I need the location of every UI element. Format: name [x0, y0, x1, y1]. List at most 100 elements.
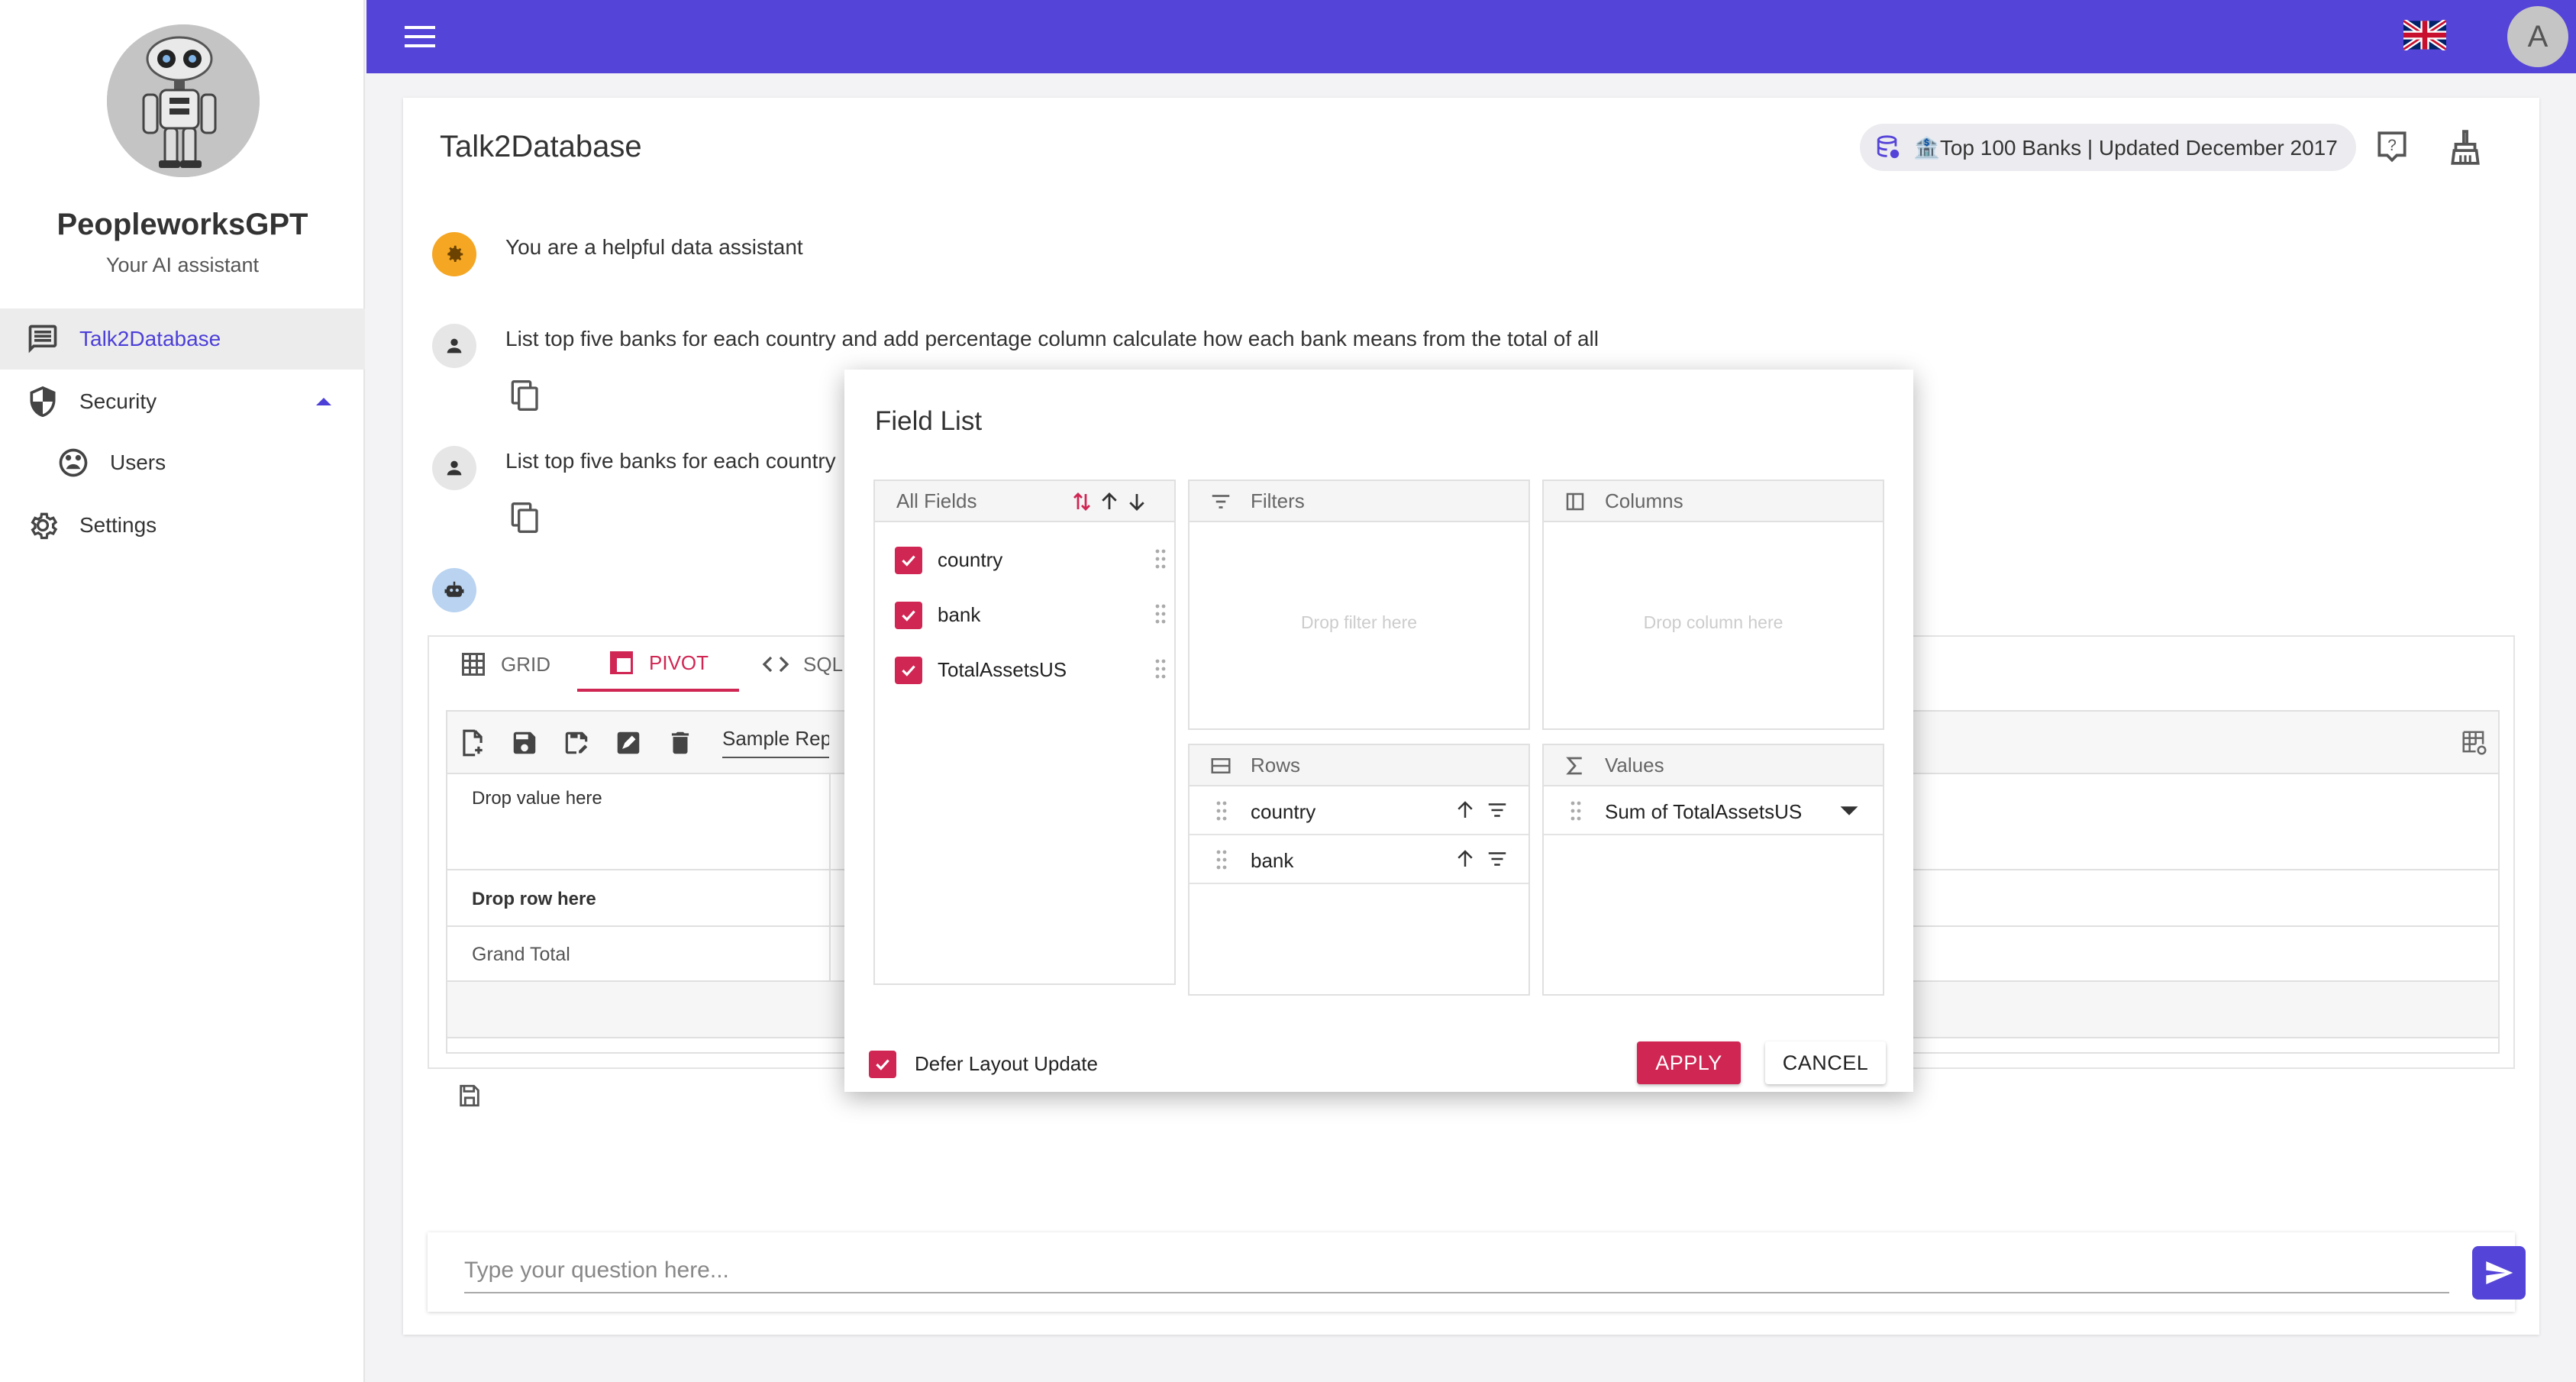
- tab-grid[interactable]: GRID: [460, 637, 550, 692]
- person-icon: [447, 338, 462, 354]
- app-name: PeopleworksGPT: [56, 208, 308, 241]
- value-pill-sum-totalassetsus[interactable]: Sum of TotalAssetsUS: [1544, 786, 1883, 835]
- sidebar-item-label: Talk2Database: [79, 327, 221, 350]
- sidebar-item-label: Security: [79, 389, 157, 413]
- filter-icon[interactable]: [1486, 848, 1509, 870]
- sort-default-icon[interactable]: [1070, 490, 1093, 513]
- sort-ascending-icon[interactable]: [1454, 848, 1477, 870]
- database-chip[interactable]: 🏦Top 100 Banks | Updated December 2017: [1860, 124, 2356, 171]
- filter-icon[interactable]: [1486, 799, 1509, 822]
- all-fields-panel: All Fields country bank TotalAssetsUS: [873, 480, 1176, 985]
- drop-row-label: Drop row here: [472, 889, 596, 909]
- sort-ascending-icon[interactable]: [1098, 490, 1121, 513]
- field-list-dialog: Field List All Fields country bank Total…: [844, 370, 1913, 1092]
- drag-handle-icon[interactable]: [1215, 849, 1228, 870]
- sort-ascending-icon[interactable]: [1454, 799, 1477, 822]
- columns-panel[interactable]: Columns Drop column here: [1542, 480, 1884, 730]
- tab-label: PIVOT: [649, 651, 709, 674]
- columns-label: Columns: [1605, 489, 1683, 512]
- field-label: TotalAssetsUS: [938, 658, 1067, 681]
- robot-avatar: [107, 24, 260, 177]
- sigma-icon: [1566, 757, 1582, 775]
- columns-header: Columns: [1544, 481, 1883, 522]
- send-icon: [2486, 1261, 2513, 1284]
- user-avatar[interactable]: A: [2507, 6, 2568, 67]
- tab-label: GRID: [501, 652, 550, 676]
- copy-icon[interactable]: [510, 379, 541, 412]
- check-icon: [902, 610, 915, 622]
- drag-handle-icon[interactable]: [1154, 603, 1167, 625]
- user-message-text: List top five banks for each country: [505, 449, 836, 473]
- columns-icon: [1566, 492, 1584, 511]
- row-pill-bank[interactable]: bank: [1190, 835, 1528, 884]
- database-icon: [1877, 135, 1900, 159]
- sidebar-item-settings[interactable]: Settings: [0, 495, 365, 556]
- drag-handle-icon[interactable]: [1215, 800, 1228, 822]
- rows-header: Rows: [1190, 745, 1528, 786]
- check-icon: [902, 665, 915, 676]
- rows-icon: [1211, 758, 1231, 773]
- pivot-icon: [610, 651, 633, 674]
- drag-handle-icon[interactable]: [1154, 548, 1167, 570]
- pivot-column-divider: [829, 774, 831, 982]
- system-message-text: You are a helpful data assistant: [505, 235, 803, 259]
- rows-panel[interactable]: Rows country bank: [1188, 744, 1530, 996]
- bot-message-icon: [432, 568, 476, 612]
- field-item-totalassetsus[interactable]: TotalAssetsUS: [875, 641, 1174, 696]
- grand-total-label: Grand Total: [472, 944, 570, 965]
- drop-value-label: Drop value here: [472, 788, 602, 809]
- tab-pivot[interactable]: PIVOT: [577, 637, 740, 692]
- filters-panel[interactable]: Filters Drop filter here: [1188, 480, 1530, 730]
- sort-descending-icon[interactable]: [1125, 490, 1148, 513]
- row-pill-label: country: [1251, 800, 1316, 823]
- broom-icon[interactable]: [2446, 128, 2484, 166]
- field-item-country[interactable]: country: [875, 531, 1174, 586]
- uk-flag-icon[interactable]: [2403, 20, 2446, 50]
- drag-handle-icon[interactable]: [1154, 658, 1167, 680]
- drag-handle-icon[interactable]: [1570, 800, 1582, 822]
- defer-checkbox[interactable]: [869, 1051, 896, 1078]
- check-icon: [902, 555, 915, 567]
- all-fields-header: All Fields: [875, 481, 1174, 522]
- tab-sql[interactable]: SQL: [762, 637, 843, 692]
- sidebar-item-label: Users: [110, 450, 166, 474]
- rename-icon[interactable]: [614, 728, 643, 757]
- help-icon[interactable]: ?: [2373, 128, 2411, 166]
- menu-icon[interactable]: [405, 21, 438, 52]
- sidebar-item-talk2database[interactable]: Talk2Database: [0, 308, 365, 370]
- sidebar-item-security[interactable]: Security: [0, 371, 365, 432]
- users-icon: [59, 448, 88, 477]
- filter-icon: [1212, 495, 1230, 509]
- user-message-icon: [432, 324, 476, 368]
- send-button[interactable]: [2472, 1246, 2526, 1300]
- new-report-icon[interactable]: [458, 728, 487, 757]
- page-title: Talk2Database: [440, 130, 642, 163]
- svg-text:?: ?: [2387, 137, 2397, 154]
- values-header: Values: [1544, 745, 1883, 786]
- copy-icon[interactable]: [510, 501, 541, 534]
- caret-down-icon[interactable]: [1838, 805, 1860, 817]
- delete-icon[interactable]: [666, 728, 695, 757]
- apply-button[interactable]: APPLY: [1637, 1041, 1741, 1084]
- grid-settings-icon[interactable]: [2460, 728, 2489, 757]
- sidebar-item-label: Settings: [79, 513, 157, 537]
- field-label: bank: [938, 603, 981, 626]
- all-fields-label: All Fields: [896, 489, 977, 512]
- save-icon[interactable]: [510, 728, 539, 757]
- field-checkbox[interactable]: [895, 547, 922, 574]
- field-checkbox[interactable]: [895, 602, 922, 629]
- app-tagline: Your AI assistant: [105, 253, 260, 276]
- grid-icon: [462, 653, 485, 676]
- sidebar-item-users[interactable]: Users: [0, 432, 365, 493]
- report-select[interactable]: Sample Report: [722, 727, 829, 758]
- system-message-icon: [432, 232, 476, 276]
- values-panel[interactable]: Values Sum of TotalAssetsUS: [1542, 744, 1884, 996]
- gear-icon: [447, 245, 463, 262]
- field-item-bank[interactable]: bank: [875, 586, 1174, 641]
- field-checkbox[interactable]: [895, 657, 922, 684]
- save-as-icon[interactable]: [562, 728, 591, 757]
- question-input[interactable]: [464, 1249, 2449, 1293]
- cancel-button[interactable]: CANCEL: [1765, 1041, 1886, 1084]
- save-icon[interactable]: [457, 1083, 483, 1109]
- row-pill-country[interactable]: country: [1190, 786, 1528, 835]
